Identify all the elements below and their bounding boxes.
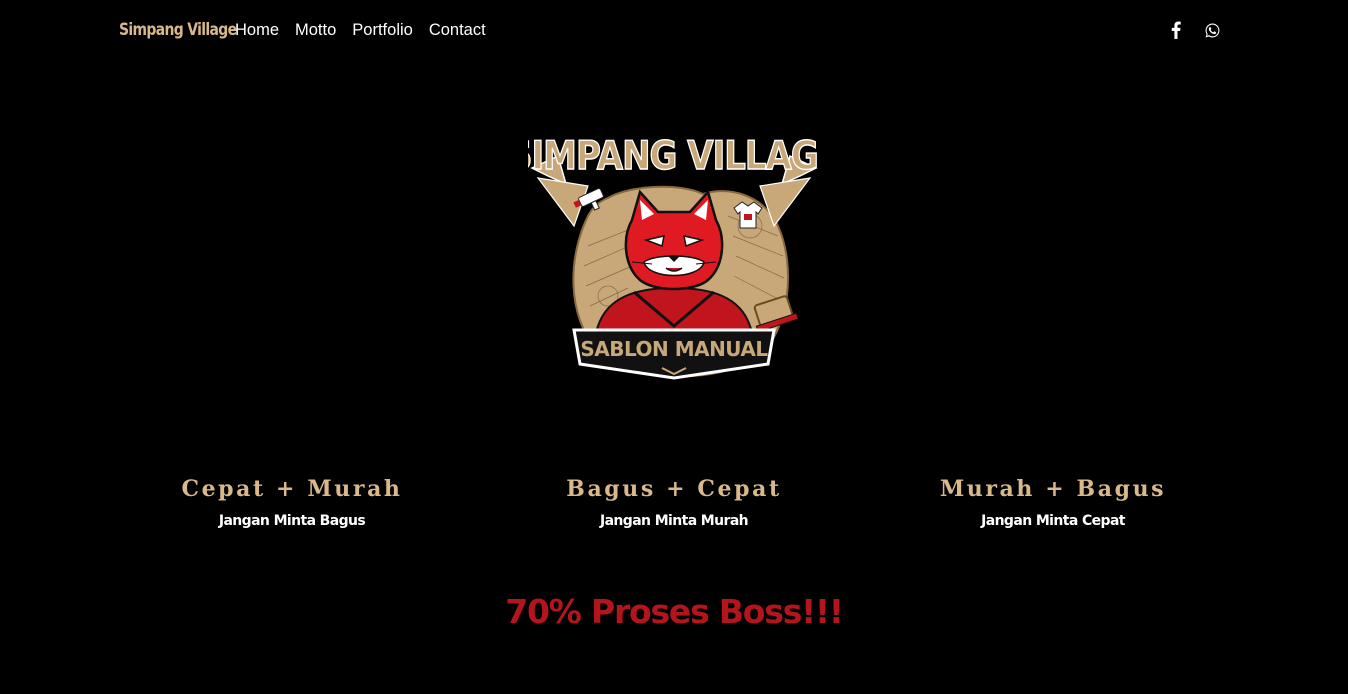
brand-link[interactable]: Simpang Village — [119, 20, 237, 40]
nav-link-portfolio[interactable]: Portfolio — [352, 21, 413, 40]
nav-link-motto[interactable]: Motto — [295, 21, 336, 40]
nav-link-home[interactable]: Home — [235, 21, 279, 40]
navbar: Simpang Village Home Motto Portfolio Con… — [0, 0, 1348, 62]
nav-link-contact[interactable]: Contact — [429, 21, 486, 40]
motto-item: Cepat + Murah Jangan Minta Bagus — [142, 475, 442, 530]
simpang-village-logo: SIMPANG VILLAGE SA — [507, 116, 842, 392]
motto-title: Cepat + Murah — [181, 476, 403, 502]
motto-title: Murah + Bagus — [939, 476, 1167, 502]
motto-subtitle: Jangan Minta Bagus — [218, 513, 366, 529]
motto-item: Murah + Bagus Jangan Minta Cepat — [903, 475, 1203, 530]
motto-item: Bagus + Cepat Jangan Minta Murah — [524, 475, 824, 530]
progress-text: 70% Proses Boss!!! — [505, 592, 844, 631]
logo-banner-text: SABLON MANUAL — [580, 337, 768, 361]
motto-subtitle: Jangan Minta Cepat — [981, 513, 1125, 529]
logo-title: SIMPANG VILLAGE — [528, 133, 820, 179]
facebook-icon[interactable] — [1166, 19, 1186, 41]
motto-title: Bagus + Cepat — [566, 476, 782, 502]
nav-links: Home Motto Portfolio Contact — [235, 21, 502, 40]
whatsapp-icon[interactable] — [1202, 19, 1222, 41]
social-links — [1166, 19, 1222, 41]
motto-subtitle: Jangan Minta Murah — [599, 513, 749, 529]
